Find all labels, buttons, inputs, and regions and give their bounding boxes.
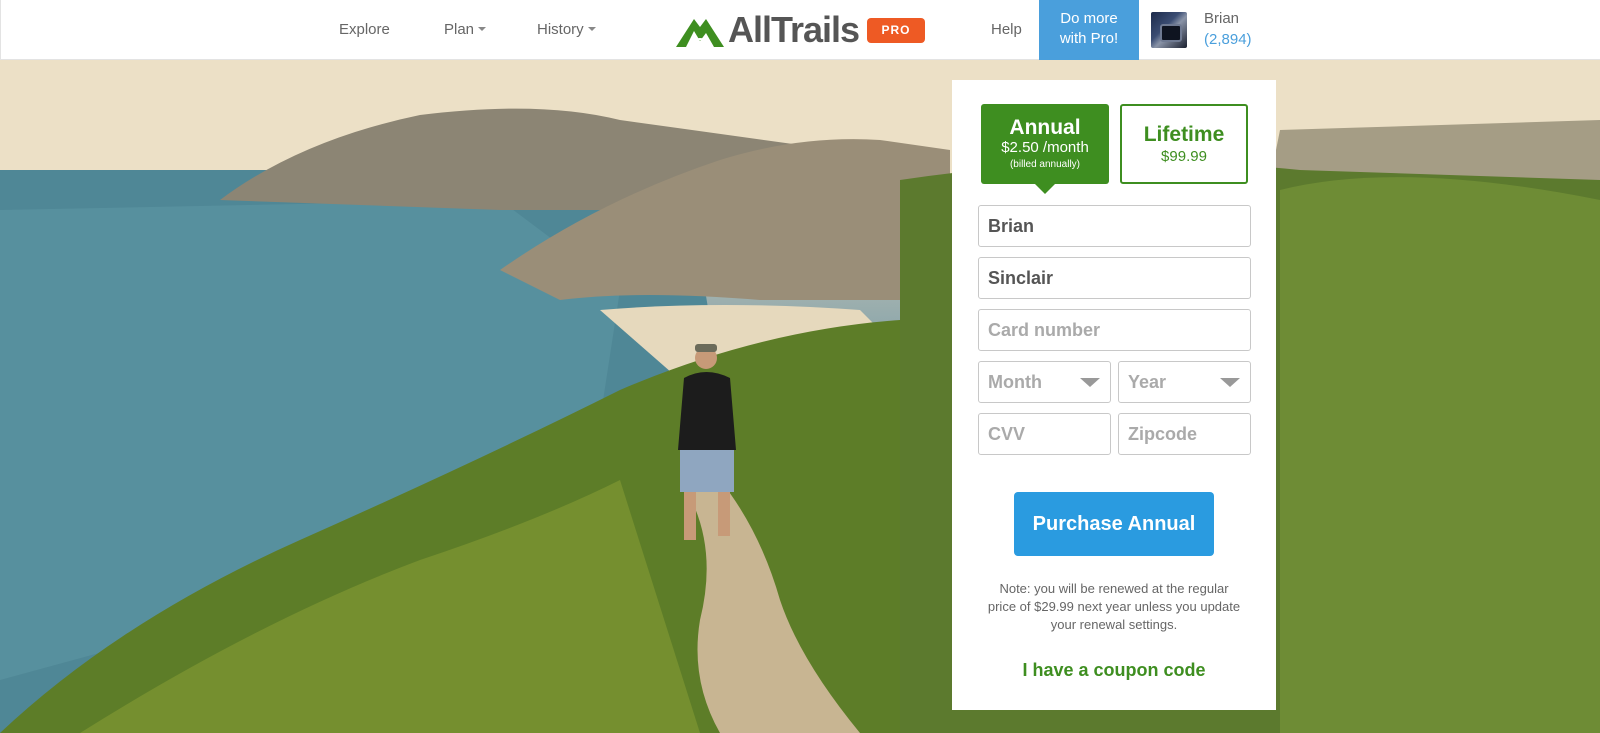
nav-history-label: History: [537, 21, 584, 38]
dropdown-arrow-icon: [1080, 378, 1100, 387]
pro-badge: PRO: [867, 18, 925, 43]
cvv-field[interactable]: CVV: [978, 413, 1111, 455]
expiry-year-value: Year: [1128, 372, 1167, 392]
dropdown-arrow-icon: [1220, 378, 1240, 387]
plan-option-annual[interactable]: Annual $2.50 /month (billed annually): [981, 104, 1109, 194]
annual-title: Annual: [1009, 116, 1081, 139]
plan-option-lifetime[interactable]: Lifetime $99.99: [1120, 104, 1248, 184]
card-number-field[interactable]: Card number: [978, 309, 1251, 351]
annual-price: $2.50 /month: [1001, 139, 1089, 156]
top-navigation-bar: Explore Plan History AllTrails PRO Help …: [0, 0, 1600, 60]
first-name-field[interactable]: Brian: [978, 205, 1251, 247]
nav-explore[interactable]: Explore: [339, 0, 390, 60]
do-more-line-1: Do more: [1060, 10, 1118, 27]
annual-billing-note: (billed annually): [1009, 159, 1081, 170]
purchase-annual-button[interactable]: Purchase Annual: [1014, 492, 1214, 556]
expiry-month-select[interactable]: Month: [978, 361, 1111, 403]
coupon-code-link[interactable]: I have a coupon code: [952, 660, 1276, 681]
hero-background-image: [0, 60, 1600, 733]
avatar[interactable]: [1151, 12, 1187, 48]
lifetime-title: Lifetime: [1143, 123, 1225, 146]
caret-down-icon: [587, 27, 596, 31]
pro-purchase-form: Annual $2.50 /month (billed annually) Li…: [952, 80, 1276, 710]
nav-history-menu[interactable]: History: [537, 0, 596, 60]
lifetime-price: $99.99: [1161, 148, 1207, 165]
nav-plan-label: Plan: [444, 21, 475, 38]
last-name-field[interactable]: Sinclair: [978, 257, 1251, 299]
coastal-hiker-photo: [0, 60, 1600, 733]
logo-wordmark: AllTrails: [728, 9, 860, 50]
do-more-with-pro-button[interactable]: Do more with Pro!: [1039, 0, 1139, 60]
nav-plan-menu[interactable]: Plan: [444, 0, 487, 60]
help-link[interactable]: Help: [991, 0, 1022, 60]
mountain-logo-icon: [676, 19, 724, 47]
nav-explore-label: Explore: [339, 21, 390, 38]
renewal-note: Note: you will be renewed at the regular…: [987, 581, 1241, 632]
caret-down-icon: [478, 27, 487, 31]
expiry-month-value: Month: [988, 372, 1042, 392]
do-more-line-2: with Pro!: [1059, 30, 1119, 47]
zipcode-field[interactable]: Zipcode: [1118, 413, 1251, 455]
expiry-year-select[interactable]: Year: [1118, 361, 1251, 403]
user-name[interactable]: Brian: [1204, 10, 1239, 27]
user-points-count[interactable]: (2,894): [1204, 31, 1252, 48]
